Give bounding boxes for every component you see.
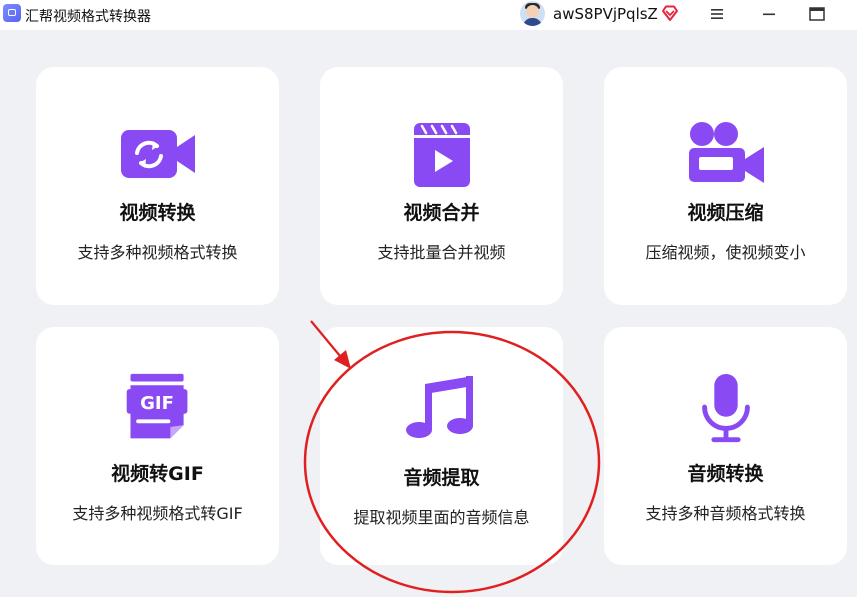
gif-icon: GIF xyxy=(126,373,188,439)
menu-icon[interactable] xyxy=(708,6,726,22)
feature-card-audio-extract[interactable]: 音频提取 提取视频里面的音频信息 xyxy=(320,327,563,565)
feature-title: 视频转GIF xyxy=(111,463,204,485)
video-convert-icon xyxy=(121,130,195,178)
svg-text:GIF: GIF xyxy=(140,393,174,414)
app-title: 汇帮视频格式转换器 xyxy=(25,9,151,25)
app-logo-icon xyxy=(3,4,21,22)
feature-card-video-merge[interactable]: 视频合并 支持批量合并视频 xyxy=(320,67,563,305)
feature-desc: 压缩视频，使视频变小 xyxy=(645,243,806,262)
avatar[interactable] xyxy=(520,1,545,26)
feature-title: 视频压缩 xyxy=(687,202,764,224)
music-note-icon xyxy=(406,376,473,438)
feature-card-video-to-gif[interactable]: GIF 视频转GIF 支持多种视频格式转GIF xyxy=(36,327,279,565)
video-merge-icon xyxy=(414,123,470,187)
feature-card-audio-convert[interactable]: 音频转换 支持多种音频格式转换 xyxy=(604,327,847,565)
feature-card-video-compress[interactable]: 视频压缩 压缩视频，使视频变小 xyxy=(604,67,847,305)
video-compress-icon xyxy=(689,122,764,183)
maximize-icon[interactable] xyxy=(808,5,826,23)
feature-card-video-convert[interactable]: 视频转换 支持多种视频格式转换 xyxy=(36,67,279,305)
feature-title: 音频转换 xyxy=(687,463,764,485)
feature-title: 视频合并 xyxy=(403,202,480,224)
feature-desc: 支持多种视频格式转GIF xyxy=(72,504,243,523)
feature-desc: 支持多种视频格式转换 xyxy=(77,243,238,262)
feature-desc: 支持多种音频格式转换 xyxy=(645,504,806,523)
feature-title: 音频提取 xyxy=(403,467,480,489)
feature-desc: 提取视频里面的音频信息 xyxy=(353,508,530,527)
title-bar: 汇帮视频格式转换器 awS8PVjPqlsZ xyxy=(0,0,857,30)
feature-title: 视频转换 xyxy=(119,202,196,224)
minimize-icon[interactable] xyxy=(760,6,778,22)
vip-diamond-icon[interactable] xyxy=(661,4,679,22)
feature-desc: 支持批量合并视频 xyxy=(377,243,506,262)
microphone-icon xyxy=(702,373,750,443)
username[interactable]: awS8PVjPqlsZ xyxy=(553,5,658,23)
